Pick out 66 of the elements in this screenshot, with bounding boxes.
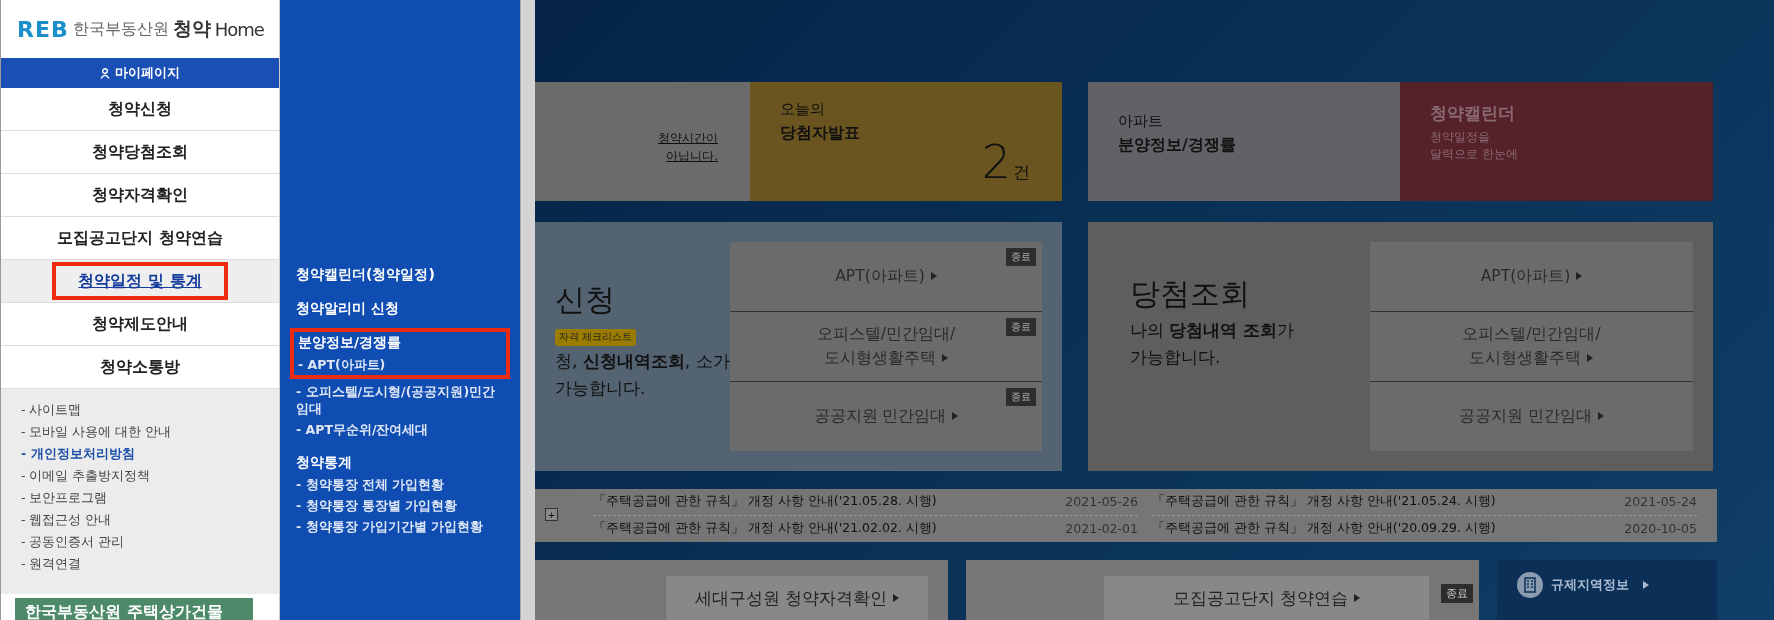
panel-description: 청, 신청내역조회, 소가 가능합니다. <box>555 350 730 400</box>
panel-description: 나의 당첨내역 조회가 가능합니다. <box>1130 319 1296 369</box>
panel-title: 당첨조회 <box>1130 275 1250 313</box>
submenu-heading[interactable]: 청약통계 <box>296 452 510 472</box>
notice-date: 2021-05-26 <box>1065 494 1138 510</box>
footer-link[interactable]: - 사이트맵 <box>21 401 279 418</box>
checklist-badge[interactable]: 자격 체크리스트 <box>555 329 637 346</box>
submenu-link[interactable]: - APT무순위/잔여세대 <box>296 421 496 438</box>
caret-icon <box>930 272 937 281</box>
count-number: 2 <box>981 135 1011 189</box>
logo-text: Home <box>214 18 264 40</box>
region-link[interactable]: 규제지역정보 <box>1511 572 1655 598</box>
more-button[interactable]: + <box>545 507 558 521</box>
ended-badge: 종료 <box>1441 584 1473 603</box>
link-button[interactable]: 세대구성원 청약자격확인 <box>666 576 928 620</box>
mypage-button[interactable]: 마이페이지 <box>1 58 279 88</box>
link-button[interactable]: 모집공고단지 청약연습 <box>1104 576 1429 620</box>
card-title: 당첨자발표 <box>780 123 861 144</box>
caret-icon <box>893 594 900 602</box>
card-label: 아파트 <box>1118 112 1164 131</box>
scrollbar[interactable] <box>520 0 535 620</box>
logo-text: 청약 <box>172 16 211 41</box>
footer-link[interactable]: - 이메일 추출방지정책 <box>21 467 279 484</box>
caret-icon <box>1587 354 1594 363</box>
card-title: 분양정보/경쟁률 <box>1118 135 1237 156</box>
card-label: 오늘의 <box>780 100 826 119</box>
footer-link[interactable]: - 보안프로그램 <box>21 489 279 506</box>
ended-badge: 종료 <box>1006 387 1036 406</box>
card-title: 청약캘린더 <box>1430 102 1516 125</box>
submenu-heading[interactable]: 분양정보/경쟁률 <box>298 332 498 352</box>
submenu-link[interactable]: - 청약통장 통장별 가입현황 <box>296 497 496 514</box>
submenu-link[interactable]: - 청약통장 가입기간별 가입현황 <box>296 518 496 535</box>
submenu-heading[interactable]: 청약캘린더(청약일정) <box>296 264 510 284</box>
footer-link[interactable]: - 개인정보처리방침 <box>21 445 279 462</box>
panel-title: 신청 <box>555 281 615 319</box>
footer-link[interactable]: - 모바일 사용에 대한 안내 <box>21 423 279 440</box>
building-icon <box>1517 572 1543 598</box>
caret-icon <box>1354 594 1361 602</box>
notice-link[interactable]: 「주택공급에 관한 규칙」 개정 사항 안내('21.05.28. 시행) <box>593 493 937 511</box>
caret-icon <box>952 412 959 421</box>
submenu-link[interactable]: - APT(아파트) <box>298 356 498 373</box>
caret-icon <box>1576 272 1583 281</box>
person-icon <box>100 67 110 79</box>
footer-link[interactable]: - 원격연결 <box>21 555 279 572</box>
caret-icon <box>1597 412 1604 421</box>
logo-mark: REB <box>17 16 69 42</box>
count-unit: 건 <box>1013 161 1030 184</box>
card-description: 청약일정을 달력으로 한눈에 <box>1430 129 1519 163</box>
submenu-heading[interactable]: 청약알리미 신청 <box>296 298 510 318</box>
notice-link[interactable]: 「주택공급에 관한 규칙」 개정 사항 안내('21.02.02. 시행) <box>593 520 937 538</box>
ended-badge: 종료 <box>1006 248 1036 266</box>
ended-badge: 종료 <box>1006 317 1036 336</box>
footer-link[interactable]: - 웹접근성 안내 <box>21 511 279 528</box>
notice-text: 청약시간이 아닙니다. <box>657 129 718 165</box>
notice-date: 2021-05-24 <box>1624 494 1697 510</box>
notice-link[interactable]: 「주택공급에 관한 규칙」 개정 사항 안내('21.05.24. 시행) <box>1152 493 1496 511</box>
logo-text: 한국부동산원 <box>72 18 169 40</box>
notice-link[interactable]: 「주택공급에 관한 규칙」 개정 사항 안내('20.09.29. 시행) <box>1152 520 1496 538</box>
submenu-link[interactable]: - 청약통장 전체 가입현황 <box>296 476 496 493</box>
caret-icon <box>942 354 948 363</box>
banner[interactable]: 한국부동산원 주택상가건물 <box>15 598 253 620</box>
notice-date: 2020-10-05 <box>1624 521 1697 537</box>
caret-icon <box>1643 581 1649 589</box>
notice-date: 2021-02-01 <box>1065 521 1138 537</box>
footer-link[interactable]: - 공동인증서 관리 <box>21 533 279 550</box>
submenu-link[interactable]: - 오피스텔/도시형/(공공지원)민간임대 <box>296 383 496 417</box>
